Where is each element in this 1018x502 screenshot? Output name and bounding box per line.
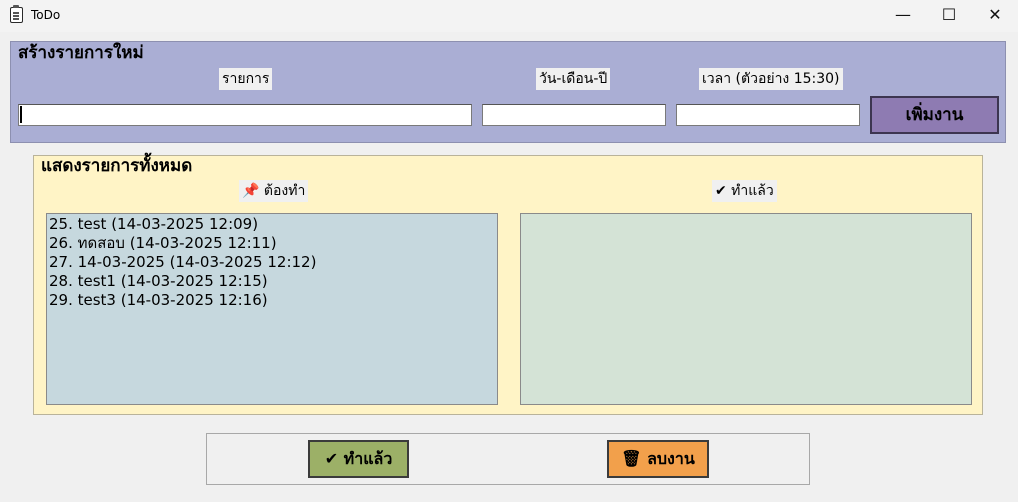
task-label: รายการ bbox=[219, 68, 273, 90]
task-list-legend: แสดงรายการทั้งหมด bbox=[39, 156, 195, 176]
date-input[interactable] bbox=[482, 104, 666, 126]
clipboard-icon bbox=[10, 5, 23, 23]
done-header: ✔ ทำแล้ว bbox=[712, 180, 777, 202]
todo-header: 📌 ต้องทำ bbox=[239, 180, 309, 202]
maximize-button[interactable]: ☐ bbox=[926, 0, 972, 32]
list-item[interactable]: 26. ทดสอบ (14-03-2025 12:11) bbox=[49, 234, 497, 253]
delete-task-button[interactable]: 🗑 ลบงาน bbox=[607, 440, 709, 478]
list-item[interactable]: 28. test1 (14-03-2025 12:15) bbox=[49, 272, 497, 291]
window-title: ToDo bbox=[31, 8, 61, 22]
new-task-legend: สร้างรายการใหม่ bbox=[16, 43, 146, 63]
close-button[interactable]: ✕ bbox=[972, 0, 1018, 32]
time-input[interactable] bbox=[676, 104, 860, 126]
todo-listbox[interactable]: 25. test (14-03-2025 12:09) 26. ทดสอบ (1… bbox=[46, 213, 498, 405]
mark-done-button[interactable]: ✔ ทำแล้ว bbox=[308, 440, 409, 478]
action-panel bbox=[206, 433, 810, 485]
task-input[interactable] bbox=[18, 104, 472, 126]
text-caret bbox=[20, 106, 22, 123]
new-task-group: สร้างรายการใหม่ bbox=[10, 41, 1006, 143]
add-task-button[interactable]: เพิ่มงาน bbox=[870, 96, 999, 134]
list-item[interactable]: 27. 14-03-2025 (14-03-2025 12:12) bbox=[49, 253, 497, 272]
done-listbox[interactable] bbox=[520, 213, 972, 405]
time-label: เวลา (ตัวอย่าง 15:30) bbox=[699, 68, 843, 90]
title-bar: ToDo — ☐ ✕ bbox=[0, 0, 1018, 32]
minimize-button[interactable]: — bbox=[880, 0, 926, 32]
date-label: วัน-เดือน-ปี bbox=[536, 68, 611, 90]
list-item[interactable]: 29. test3 (14-03-2025 12:16) bbox=[49, 291, 497, 310]
list-item[interactable]: 25. test (14-03-2025 12:09) bbox=[49, 215, 497, 234]
